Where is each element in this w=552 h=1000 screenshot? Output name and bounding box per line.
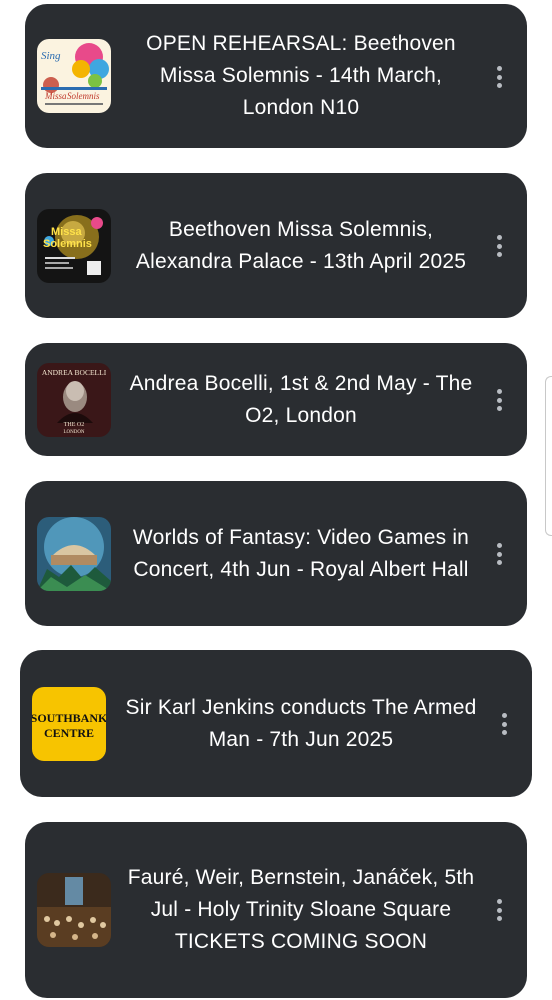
svg-text:Missa: Missa bbox=[44, 91, 67, 101]
royal-albert-hall-thumbnail bbox=[37, 517, 111, 591]
event-title: Beethoven Missa Solemnis, Alexandra Pala… bbox=[135, 217, 467, 273]
svg-text:Missa: Missa bbox=[51, 226, 82, 238]
missa-solemnis-poster-thumbnail: Missa Solemnis bbox=[37, 209, 111, 283]
singfest-missa-solemnis-rehearsal-thumbnail: Sing Missa Solemnis bbox=[37, 39, 111, 113]
more-vert-icon[interactable] bbox=[495, 389, 503, 411]
svg-text:ANDREA BOCELLI: ANDREA BOCELLI bbox=[42, 368, 107, 377]
event-card-1[interactable]: Sing Missa Solemnis OPEN REHEARSAL: Beet… bbox=[25, 4, 527, 148]
more-vert-icon[interactable] bbox=[500, 713, 508, 735]
event-title: OPEN REHEARSAL: Beethoven Missa Solemnis… bbox=[146, 32, 456, 119]
event-title: Andrea Bocelli, 1st & 2nd May - The O2, … bbox=[129, 371, 473, 427]
event-title: Sir Karl Jenkins conducts The Armed Man … bbox=[125, 695, 477, 751]
svg-text:THE O2: THE O2 bbox=[64, 422, 85, 428]
more-vert-icon[interactable] bbox=[495, 66, 503, 88]
southbank-centre-logo: SOUTHBANK CENTRE bbox=[32, 687, 106, 761]
svg-text:LONDON: LONDON bbox=[63, 430, 84, 435]
event-card-2[interactable]: Missa Solemnis Beethoven Missa Solemnis,… bbox=[25, 173, 527, 318]
andrea-bocelli-poster-thumbnail: ANDREA BOCELLI THE O2 LONDON bbox=[37, 363, 111, 437]
more-vert-icon[interactable] bbox=[495, 235, 503, 257]
event-card-6[interactable]: Fauré, Weir, Bernstein, Janáček, 5th Jul… bbox=[25, 822, 527, 998]
event-card-5[interactable]: SOUTHBANK CENTRE Sir Karl Jenkins conduc… bbox=[20, 650, 532, 797]
more-vert-icon[interactable] bbox=[495, 899, 503, 921]
scrollbar-thumb[interactable] bbox=[545, 376, 552, 536]
svg-text:Sing: Sing bbox=[41, 50, 61, 62]
event-title: Worlds of Fantasy: Video Games in Concer… bbox=[132, 525, 470, 581]
svg-text:Solemnis: Solemnis bbox=[67, 91, 100, 101]
event-card-3[interactable]: ANDREA BOCELLI THE O2 LONDON Andrea Boce… bbox=[25, 343, 527, 456]
event-card-4[interactable]: Worlds of Fantasy: Video Games in Concer… bbox=[25, 481, 527, 626]
holy-trinity-concert-thumbnail bbox=[37, 873, 111, 947]
more-vert-icon[interactable] bbox=[495, 543, 503, 565]
svg-text:CENTRE: CENTRE bbox=[44, 726, 94, 740]
svg-text:Solemnis: Solemnis bbox=[43, 238, 92, 250]
event-title: Fauré, Weir, Bernstein, Janáček, 5th Jul… bbox=[127, 866, 475, 953]
svg-text:SOUTHBANK: SOUTHBANK bbox=[32, 711, 106, 725]
